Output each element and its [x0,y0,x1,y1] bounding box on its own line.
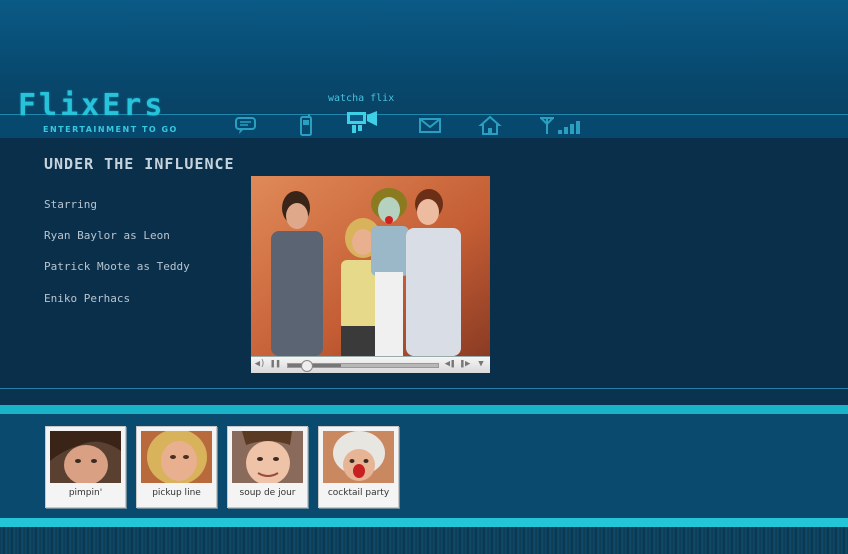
thumbnail-card[interactable]: cocktail party [318,426,399,508]
thumbnail-label: pimpin' [68,488,103,498]
buffer-fill [288,364,341,367]
credit-line: Ryan Baylor as Leon [44,229,170,242]
skip-forward-icon[interactable]: ❚▶ [459,359,471,370]
footer [0,527,848,554]
credit-line: Starring [44,198,97,211]
credit-line: Eniko Perhacs [44,292,131,305]
volume-icon[interactable]: ◀) [254,359,266,370]
thumbnail-card[interactable]: soup de jour [227,426,308,508]
thumbnail-image [232,431,303,483]
envelope-icon[interactable] [417,114,443,136]
home-icon[interactable] [477,114,503,136]
thumbnail-label: pickup line [152,488,201,498]
signal-antenna-icon[interactable] [537,114,583,136]
thumbnail-image [141,431,212,483]
movie-title: UNDER THE INFLUENCE [44,155,235,173]
player-controls: ◀) ❚❚ ◀❚ ❚▶ ▼ [251,356,490,373]
thumbnail-card[interactable]: pimpin' [45,426,126,508]
thumbnail-strip [0,414,848,518]
video-player[interactable]: ◀) ❚❚ ◀❚ ❚▶ ▼ [251,176,490,373]
accent-bar [0,405,848,414]
credit-line: Patrick Moote as Teddy [44,260,190,273]
seek-bar[interactable] [287,360,439,372]
video-frame[interactable] [251,176,490,356]
divider [0,388,848,389]
menu-dropdown-icon[interactable]: ▼ [475,359,487,370]
video-camera-icon[interactable] [345,108,379,136]
thumbnail-image [50,431,121,483]
thumbnail-image [323,431,394,483]
pause-icon[interactable]: ❚❚ [270,359,281,370]
seek-handle[interactable] [301,360,313,372]
flixers-logo[interactable]: FlixErs [18,88,165,123]
accent-bar [0,518,848,527]
cellphone-icon[interactable] [293,114,319,136]
thumbnail-card[interactable]: pickup line [136,426,217,508]
chat-bubble-icon[interactable] [233,114,259,136]
active-nav-label: watcha flix [328,93,395,104]
tagline: ENTERTAINMENT TO GO [43,125,178,134]
thumbnail-label: cocktail party [327,488,390,498]
thumbnail-label: soup de jour [239,488,296,498]
skip-back-icon[interactable]: ◀❚ [444,359,456,370]
